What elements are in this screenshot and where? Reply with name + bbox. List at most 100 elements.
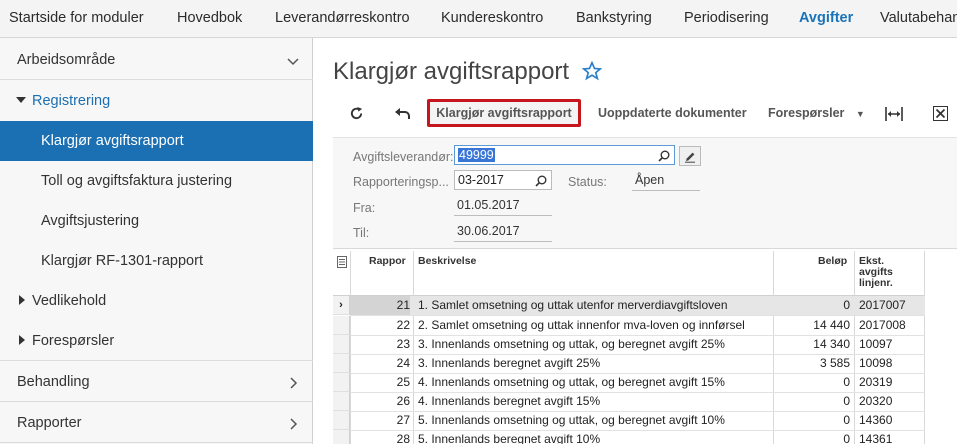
sidebar-item-arbeidsomrade[interactable]: Arbeidsområde [0,40,313,80]
period-value: 03-2017 [458,173,504,187]
table-row[interactable]: 26 4. Innenlands beregnet avgift 15% 0 2… [333,392,925,411]
inquiries-label: Forespørsler [768,106,845,120]
table-row[interactable]: 27 5. Innenlands omsetning og uttak, og … [333,411,925,430]
cell-report-nr: 28 [396,432,410,444]
nav-startside[interactable]: Startside for moduler [9,0,144,37]
cell-description: 5. Innenlands beregnet avgift 10% [418,432,601,444]
table-row[interactable]: › 21 1. Samlet omsetning og uttak utenfo… [333,296,925,315]
sidebar-item-behandling[interactable]: Behandling [0,362,313,402]
sidebar-item-label: Klargjør RF-1301-rapport [41,253,203,269]
cell-report-nr: 27 [396,413,410,427]
table-row[interactable]: 25 4. Innenlands omsetning og uttak, og … [333,373,925,392]
caret-right-icon [18,281,26,321]
table-row[interactable]: 22 2. Samlet omsetning og uttak innenfor… [333,316,925,335]
nav-periodisering[interactable]: Periodisering [684,0,769,37]
table-row[interactable]: 28 5. Innenlands beregnet avgift 10% 0 1… [333,430,925,444]
cell-ext-line: 14360 [859,413,893,427]
row-selector[interactable] [333,335,350,354]
cell-amount: 0 [843,375,850,389]
cell-report-nr: 24 [396,356,410,370]
chevron-right-icon [287,362,299,402]
edit-vendor-button[interactable] [679,146,701,166]
undo-icon[interactable] [391,96,415,130]
cell-description: 3. Innenlands omsetning og uttak, og ber… [418,337,725,351]
refresh-icon[interactable] [344,96,368,130]
period-field[interactable]: 03-2017 [454,170,552,190]
sidebar-item-avgiftsjustering[interactable]: Avgiftsjustering [0,201,313,241]
sidebar-item-label: Rapporter [17,415,82,431]
row-selector[interactable] [333,392,350,411]
page-title: Klargjør avgiftsrapport [333,58,570,85]
cell-amount: 0 [843,432,850,444]
sidebar-item-label: Arbeidsområde [17,52,116,68]
from-date: 01.05.2017 [454,196,552,216]
sidebar-item-vedlikehold[interactable]: Vedlikehold [0,281,313,321]
row-selector[interactable] [333,354,350,373]
sidebar-item-label: Registrering [32,93,111,109]
cell-description: 2. Samlet omsetning og uttak innenfor mv… [418,318,745,332]
cell-amount: 0 [843,394,850,408]
cell-report-nr: 23 [396,337,410,351]
chevron-right-icon [287,403,299,443]
column-header-amount[interactable]: Beløp [818,256,847,267]
sidebar-item-rf1301[interactable]: Klargjør RF-1301-rapport [0,241,313,281]
column-header-description[interactable]: Beskrivelse [418,256,476,267]
period-label: Rapporteringsp... [353,175,449,189]
sidebar-item-label: Behandling [17,374,90,390]
nav-leverandorreskontro[interactable]: Leverandørreskontro [275,0,410,37]
search-icon[interactable] [658,146,670,164]
caret-down-icon [16,81,26,121]
from-label: Fra: [353,201,376,215]
unupdated-documents-button[interactable]: Uoppdaterte dokumenter [598,96,747,130]
sidebar-item-label: Forespørsler [32,333,115,349]
inquiries-dropdown-button[interactable]: Forespørsler ▼ [768,96,865,130]
sidebar-item-toll-justering[interactable]: Toll og avgiftsfaktura justering [0,161,313,201]
table-row[interactable]: 24 3. Innenlands beregnet avgift 25% 3 5… [333,354,925,373]
prepare-tax-report-label: Klargjør avgiftsrapport [436,106,572,120]
grid-header: Rappor Beskrivelse Beløp Ekst. avgifts l… [333,251,925,296]
fit-width-icon[interactable] [882,96,906,130]
row-selector[interactable] [333,411,350,430]
column-header-ext3[interactable]: linjenr. [859,278,893,289]
nav-bankstyring[interactable]: Bankstyring [576,0,652,37]
nav-valutabehandling[interactable]: Valutabehan [880,0,957,37]
excel-export-icon[interactable] [928,96,952,130]
cell-report-nr: 25 [396,375,410,389]
sidebar-item-label: Klargjør avgiftsrapport [41,133,184,149]
cell-ext-line: 2017007 [859,298,906,312]
cell-amount: 14 440 [813,318,850,332]
table-row[interactable]: 23 3. Innenlands omsetning og uttak, og … [333,335,925,354]
sidebar-item-klargjor-avgiftsrapport[interactable]: Klargjør avgiftsrapport [0,121,313,161]
sidebar-item-rapporter[interactable]: Rapporter [0,403,313,443]
star-outline-icon[interactable] [581,60,603,87]
search-icon[interactable] [535,171,547,189]
cell-amount: 14 340 [813,337,850,351]
cell-report-nr: 22 [396,318,410,332]
vendor-value: 49999 [458,148,495,162]
cell-description: 4. Innenlands beregnet avgift 15% [418,394,601,408]
caret-right-icon [18,321,26,361]
row-selector[interactable] [333,430,350,444]
cell-ext-line: 10098 [859,356,893,370]
sidebar-item-registrering[interactable]: Registrering [0,81,313,121]
grid-settings-icon[interactable] [337,256,347,271]
row-selector-icon[interactable]: › [333,296,350,315]
sidebar-item-foresporsler[interactable]: Forespørsler [0,321,313,361]
cell-amount: 0 [843,298,850,312]
to-label: Til: [353,226,370,240]
nav-avgifter[interactable]: Avgifter [799,0,853,37]
sidebar-item-label: Toll og avgiftsfaktura justering [41,173,233,189]
cell-ext-line: 10097 [859,337,893,351]
nav-hovedbok[interactable]: Hovedbok [177,0,242,37]
to-date: 30.06.2017 [454,222,552,242]
sidebar: Arbeidsområde Registrering Klargjør avgi… [0,38,313,444]
row-selector[interactable] [333,316,350,335]
cell-ext-line: 14361 [859,432,893,444]
chevron-down-icon [287,40,299,80]
prepare-tax-report-button[interactable]: Klargjør avgiftsrapport [427,99,581,127]
column-header-report[interactable]: Rappor [369,256,406,267]
row-selector[interactable] [333,373,350,392]
sidebar-item-label: Vedlikehold [32,293,107,309]
vendor-field[interactable]: 49999 [454,145,675,165]
nav-kundereskontro[interactable]: Kundereskontro [441,0,543,37]
